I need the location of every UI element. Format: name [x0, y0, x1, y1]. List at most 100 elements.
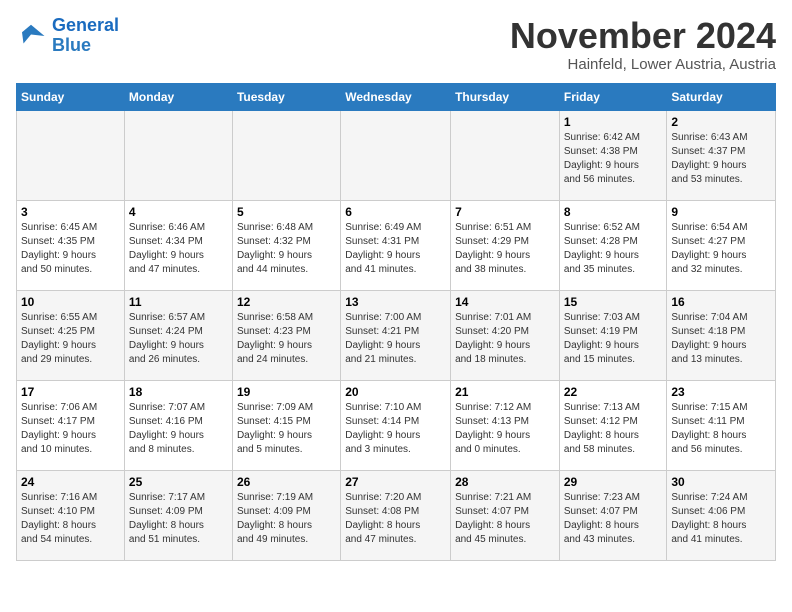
day-number: 27	[345, 475, 446, 489]
calendar-cell	[232, 110, 340, 200]
day-info: Sunrise: 6:48 AM Sunset: 4:32 PM Dayligh…	[237, 221, 336, 277]
title-block: November 2024 Hainfeld, Lower Austria, A…	[510, 16, 776, 73]
day-info: Sunrise: 7:06 AM Sunset: 4:17 PM Dayligh…	[21, 401, 120, 457]
header-monday: Monday	[124, 83, 232, 110]
header-wednesday: Wednesday	[341, 83, 451, 110]
calendar-cell	[17, 110, 125, 200]
day-info: Sunrise: 6:46 AM Sunset: 4:34 PM Dayligh…	[129, 221, 228, 277]
calendar-cell	[451, 110, 560, 200]
day-number: 5	[237, 205, 336, 219]
day-number: 7	[455, 205, 555, 219]
day-info: Sunrise: 7:16 AM Sunset: 4:10 PM Dayligh…	[21, 491, 120, 547]
month-title: November 2024	[510, 16, 776, 56]
day-number: 21	[455, 385, 555, 399]
day-info: Sunrise: 7:04 AM Sunset: 4:18 PM Dayligh…	[671, 311, 771, 367]
day-info: Sunrise: 6:49 AM Sunset: 4:31 PM Dayligh…	[345, 221, 446, 277]
day-info: Sunrise: 7:07 AM Sunset: 4:16 PM Dayligh…	[129, 401, 228, 457]
calendar-cell: 26 Sunrise: 7:19 AM Sunset: 4:09 PM Dayli…	[232, 470, 340, 560]
day-number: 8	[564, 205, 663, 219]
calendar-cell: 23 Sunrise: 7:15 AM Sunset: 4:11 PM Dayli…	[667, 380, 776, 470]
calendar-cell: 3 Sunrise: 6:45 AM Sunset: 4:35 PM Daylig…	[17, 200, 125, 290]
calendar-table: Sunday Monday Tuesday Wednesday Thursday…	[16, 83, 776, 561]
day-info: Sunrise: 6:51 AM Sunset: 4:29 PM Dayligh…	[455, 221, 555, 277]
calendar-cell: 25 Sunrise: 7:17 AM Sunset: 4:09 PM Dayli…	[124, 470, 232, 560]
day-info: Sunrise: 7:00 AM Sunset: 4:21 PM Dayligh…	[345, 311, 446, 367]
calendar-cell: 18 Sunrise: 7:07 AM Sunset: 4:16 PM Dayli…	[124, 380, 232, 470]
day-info: Sunrise: 7:12 AM Sunset: 4:13 PM Dayligh…	[455, 401, 555, 457]
day-number: 1	[564, 115, 663, 129]
calendar-cell: 12Sunrise: 6:58 AM Sunset: 4:23 PM Dayli…	[232, 290, 340, 380]
day-number: 25	[129, 475, 228, 489]
day-number: 29	[564, 475, 663, 489]
day-number: 30	[671, 475, 771, 489]
calendar-body: 1Sunrise: 6:42 AM Sunset: 4:38 PM Daylig…	[17, 110, 776, 560]
logo-line1: General	[52, 15, 119, 35]
day-number: 15	[564, 295, 663, 309]
day-info: Sunrise: 7:24 AM Sunset: 4:06 PM Dayligh…	[671, 491, 771, 547]
day-info: Sunrise: 6:52 AM Sunset: 4:28 PM Dayligh…	[564, 221, 663, 277]
day-info: Sunrise: 6:58 AM Sunset: 4:23 PM Dayligh…	[237, 311, 336, 367]
calendar-cell: 20 Sunrise: 7:10 AM Sunset: 4:14 PM Dayli…	[341, 380, 451, 470]
day-info: Sunrise: 6:43 AM Sunset: 4:37 PM Dayligh…	[671, 131, 771, 187]
calendar-cell: 24 Sunrise: 7:16 AM Sunset: 4:10 PM Dayli…	[17, 470, 125, 560]
day-number: 20	[345, 385, 446, 399]
day-info: Sunrise: 7:17 AM Sunset: 4:09 PM Dayligh…	[129, 491, 228, 547]
calendar-cell: 9 Sunrise: 6:54 AM Sunset: 4:27 PM Daylig…	[667, 200, 776, 290]
calendar-cell: 13 Sunrise: 7:00 AM Sunset: 4:21 PM Dayli…	[341, 290, 451, 380]
day-number: 24	[21, 475, 120, 489]
day-number: 17	[21, 385, 120, 399]
day-info: Sunrise: 7:13 AM Sunset: 4:12 PM Dayligh…	[564, 401, 663, 457]
day-number: 18	[129, 385, 228, 399]
logo-icon	[16, 21, 46, 51]
calendar-week-4: 17 Sunrise: 7:06 AM Sunset: 4:17 PM Dayli…	[17, 380, 776, 470]
calendar-header: Sunday Monday Tuesday Wednesday Thursday…	[17, 83, 776, 110]
calendar-week-3: 10 Sunrise: 6:55 AM Sunset: 4:25 PM Dayli…	[17, 290, 776, 380]
calendar-week-1: 1Sunrise: 6:42 AM Sunset: 4:38 PM Daylig…	[17, 110, 776, 200]
weekday-row: Sunday Monday Tuesday Wednesday Thursday…	[17, 83, 776, 110]
day-info: Sunrise: 7:19 AM Sunset: 4:09 PM Dayligh…	[237, 491, 336, 547]
day-number: 23	[671, 385, 771, 399]
day-number: 11	[129, 295, 228, 309]
calendar-cell: 5 Sunrise: 6:48 AM Sunset: 4:32 PM Daylig…	[232, 200, 340, 290]
day-info: Sunrise: 7:03 AM Sunset: 4:19 PM Dayligh…	[564, 311, 663, 367]
day-info: Sunrise: 6:54 AM Sunset: 4:27 PM Dayligh…	[671, 221, 771, 277]
day-info: Sunrise: 7:10 AM Sunset: 4:14 PM Dayligh…	[345, 401, 446, 457]
calendar-cell: 11Sunrise: 6:57 AM Sunset: 4:24 PM Dayli…	[124, 290, 232, 380]
day-info: Sunrise: 7:21 AM Sunset: 4:07 PM Dayligh…	[455, 491, 555, 547]
calendar-cell: 27Sunrise: 7:20 AM Sunset: 4:08 PM Dayli…	[341, 470, 451, 560]
day-number: 9	[671, 205, 771, 219]
header-saturday: Saturday	[667, 83, 776, 110]
logo-text: General Blue	[52, 16, 119, 56]
header-friday: Friday	[559, 83, 667, 110]
logo: General Blue	[16, 16, 119, 56]
day-number: 19	[237, 385, 336, 399]
header-tuesday: Tuesday	[232, 83, 340, 110]
location-title: Hainfeld, Lower Austria, Austria	[510, 56, 776, 73]
calendar-cell: 15 Sunrise: 7:03 AM Sunset: 4:19 PM Dayli…	[559, 290, 667, 380]
calendar-week-2: 3 Sunrise: 6:45 AM Sunset: 4:35 PM Daylig…	[17, 200, 776, 290]
calendar-cell: 7 Sunrise: 6:51 AM Sunset: 4:29 PM Daylig…	[451, 200, 560, 290]
day-number: 10	[21, 295, 120, 309]
calendar-cell: 8 Sunrise: 6:52 AM Sunset: 4:28 PM Daylig…	[559, 200, 667, 290]
calendar-cell: 14Sunrise: 7:01 AM Sunset: 4:20 PM Dayli…	[451, 290, 560, 380]
day-number: 26	[237, 475, 336, 489]
day-number: 28	[455, 475, 555, 489]
calendar-cell	[124, 110, 232, 200]
day-number: 22	[564, 385, 663, 399]
day-info: Sunrise: 6:55 AM Sunset: 4:25 PM Dayligh…	[21, 311, 120, 367]
day-info: Sunrise: 6:45 AM Sunset: 4:35 PM Dayligh…	[21, 221, 120, 277]
calendar-week-5: 24 Sunrise: 7:16 AM Sunset: 4:10 PM Dayli…	[17, 470, 776, 560]
calendar-cell: 22 Sunrise: 7:13 AM Sunset: 4:12 PM Dayli…	[559, 380, 667, 470]
day-info: Sunrise: 7:15 AM Sunset: 4:11 PM Dayligh…	[671, 401, 771, 457]
calendar-cell: 6Sunrise: 6:49 AM Sunset: 4:31 PM Daylig…	[341, 200, 451, 290]
day-number: 16	[671, 295, 771, 309]
day-number: 13	[345, 295, 446, 309]
day-info: Sunrise: 7:09 AM Sunset: 4:15 PM Dayligh…	[237, 401, 336, 457]
calendar-cell	[341, 110, 451, 200]
day-info: Sunrise: 7:23 AM Sunset: 4:07 PM Dayligh…	[564, 491, 663, 547]
day-number: 2	[671, 115, 771, 129]
day-number: 3	[21, 205, 120, 219]
page-header: General Blue November 2024 Hainfeld, Low…	[16, 16, 776, 73]
calendar-cell: 17 Sunrise: 7:06 AM Sunset: 4:17 PM Dayli…	[17, 380, 125, 470]
calendar-cell: 1Sunrise: 6:42 AM Sunset: 4:38 PM Daylig…	[559, 110, 667, 200]
